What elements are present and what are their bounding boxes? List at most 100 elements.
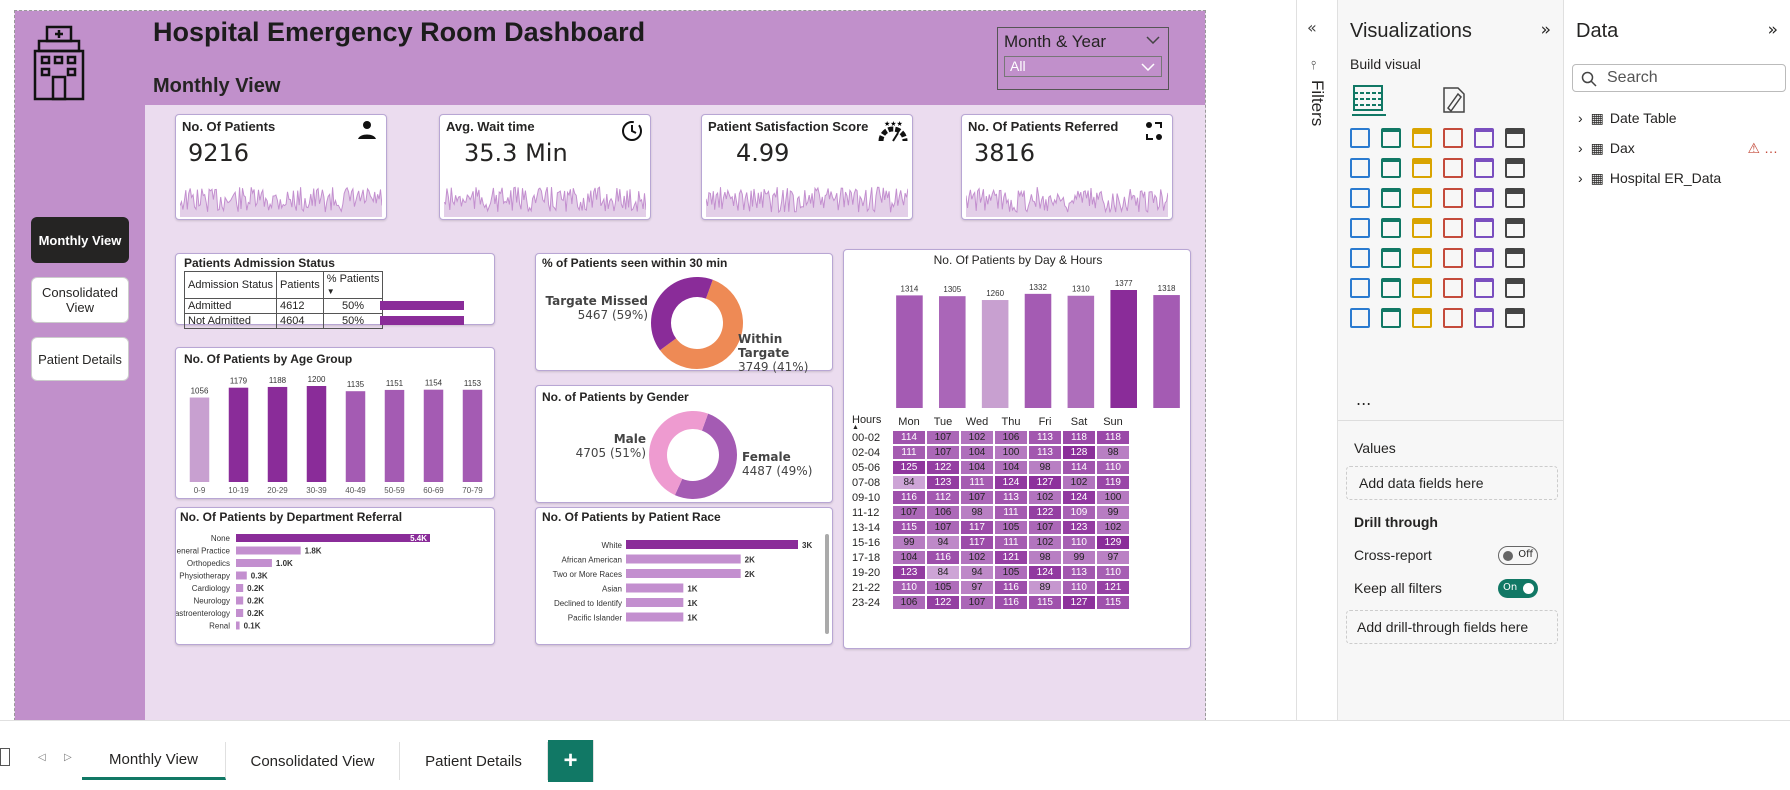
table-row[interactable]: Admitted 4612 50% bbox=[184, 298, 384, 314]
visual-type-icon[interactable] bbox=[1443, 188, 1463, 208]
tab-monthly-view[interactable]: Monthly View bbox=[82, 742, 226, 780]
heatmap-row[interactable]: 05-06 125 122 104 104 98 114 110 bbox=[852, 459, 1131, 476]
visual-type-icon[interactable] bbox=[1350, 128, 1370, 148]
visual-type-icon[interactable] bbox=[1381, 128, 1401, 148]
chevron-right-icon[interactable]: › bbox=[1578, 140, 1583, 156]
scrollbar[interactable] bbox=[825, 534, 829, 634]
visual-type-icon[interactable] bbox=[1474, 128, 1494, 148]
nav-consolidated-view-button[interactable]: Consolidated View bbox=[31, 277, 129, 323]
collapse-chevron-icon[interactable]: » bbox=[1768, 20, 1778, 40]
visual-type-icon[interactable] bbox=[1505, 158, 1525, 178]
visual-type-icon[interactable] bbox=[1412, 218, 1432, 238]
visual-type-icon[interactable] bbox=[1381, 218, 1401, 238]
heatmap-row[interactable]: 00-02 114 107 102 106 113 118 118 bbox=[852, 429, 1131, 446]
visual-type-icon[interactable] bbox=[1443, 218, 1463, 238]
data-table-item[interactable]: › ▦ Hospital ER_Data bbox=[1578, 170, 1778, 187]
cross-report-toggle[interactable]: Off bbox=[1498, 546, 1538, 565]
seen-within-30-donut-visual[interactable]: % of Patients seen within 30 min Targate… bbox=[535, 253, 833, 374]
visual-type-icon[interactable] bbox=[1350, 308, 1370, 328]
visual-type-icon[interactable] bbox=[1412, 128, 1432, 148]
visual-type-icon[interactable] bbox=[1412, 248, 1432, 268]
visual-type-icon[interactable] bbox=[1474, 248, 1494, 268]
kpi-card-referred[interactable]: No. Of Patients Referred 3816 bbox=[961, 114, 1173, 220]
heatmap-row[interactable]: 13-14 115 107 117 105 107 123 102 bbox=[852, 519, 1131, 536]
heatmap-row[interactable]: 09-10 116 112 107 113 102 124 100 bbox=[852, 489, 1131, 506]
visual-type-icon[interactable] bbox=[1443, 158, 1463, 178]
seen30-donut-chart[interactable] bbox=[650, 276, 744, 370]
visual-type-icon[interactable] bbox=[1350, 278, 1370, 298]
format-visual-icon[interactable] bbox=[1438, 84, 1470, 114]
tab-consolidated-view[interactable]: Consolidated View bbox=[226, 742, 400, 780]
warning-icon[interactable]: ⚠ … bbox=[1748, 140, 1778, 157]
visual-type-icon[interactable] bbox=[1381, 158, 1401, 178]
age-group-bar-chart[interactable]: 1056 0-9 1179 10-19 1188 20-29 1200 30-39 1135 40… bbox=[180, 370, 492, 498]
column-header[interactable]: % Patients ▼ bbox=[322, 271, 384, 299]
slicer-dropdown[interactable]: All bbox=[1004, 56, 1162, 77]
chevron-down-icon[interactable] bbox=[1146, 36, 1160, 44]
heatmap-row[interactable]: 02-04 111 107 104 100 113 128 98 bbox=[852, 444, 1131, 461]
kpi-card-wait-time[interactable]: Avg. Wait time 35.3 Min bbox=[439, 114, 651, 220]
more-visuals-button[interactable]: ... bbox=[1356, 390, 1371, 409]
heatmap-row[interactable]: 17-18 104 116 102 121 98 99 97 bbox=[852, 549, 1131, 566]
visual-type-icon[interactable] bbox=[1443, 308, 1463, 328]
visual-type-icon[interactable] bbox=[1443, 248, 1463, 268]
nav-monthly-view-button[interactable]: Monthly View bbox=[31, 217, 129, 263]
department-referral-bar-chart[interactable]: None 5.4K General Practice 1.8K Orthopedics 1… bbox=[176, 526, 494, 644]
expand-chevron-icon[interactable]: « bbox=[1307, 18, 1317, 37]
day-hours-visual[interactable]: No. Of Patients by Day & Hours 1314 1305 1… bbox=[843, 249, 1191, 649]
visual-type-icon[interactable] bbox=[1412, 278, 1432, 298]
gender-donut-visual[interactable]: No. of Patients by Gender Male 4705 (51%)… bbox=[535, 385, 833, 503]
visual-type-icon[interactable] bbox=[1350, 248, 1370, 268]
chevron-right-icon[interactable]: › bbox=[1578, 110, 1583, 126]
visual-type-icon[interactable] bbox=[1505, 248, 1525, 268]
heatmap-row[interactable]: 23-24 106 122 107 116 115 127 115 bbox=[852, 594, 1131, 611]
visual-type-icon[interactable] bbox=[1505, 308, 1525, 328]
visual-type-icon[interactable] bbox=[1412, 158, 1432, 178]
kpi-card-satisfaction[interactable]: Patient Satisfaction Score 4.99 ★★★ bbox=[701, 114, 913, 220]
visual-type-icon[interactable] bbox=[1412, 188, 1432, 208]
month-year-slicer[interactable]: Month & Year All bbox=[997, 27, 1169, 90]
page-navigator-icon[interactable] bbox=[0, 748, 10, 766]
visual-type-icon[interactable] bbox=[1350, 188, 1370, 208]
table-row[interactable]: Not Admitted 4604 50% bbox=[184, 313, 384, 329]
heatmap-row[interactable]: 21-22 110 105 97 116 89 110 121 bbox=[852, 579, 1131, 596]
visual-type-icon[interactable] bbox=[1412, 308, 1432, 328]
age-group-bar-visual[interactable]: No. Of Patients by Age Group 1056 0-9 1179… bbox=[175, 347, 495, 499]
build-visual-tab[interactable] bbox=[1352, 82, 1386, 116]
hours-header[interactable]: Hours ▲ bbox=[852, 414, 892, 431]
visual-type-icon[interactable] bbox=[1474, 158, 1494, 178]
day-bar-chart[interactable]: 1314 1305 1260 1332 1310 1377 1318 bbox=[888, 270, 1188, 410]
filters-pane-collapsed[interactable]: « ⫯ Filters bbox=[1296, 0, 1338, 740]
visual-type-icon[interactable] bbox=[1350, 158, 1370, 178]
tab-patient-details[interactable]: Patient Details bbox=[400, 742, 548, 780]
visual-type-icon[interactable] bbox=[1474, 278, 1494, 298]
next-page-icon[interactable]: ▷ bbox=[64, 752, 72, 763]
heatmap-row[interactable]: 11-12 107 106 98 111 122 109 99 bbox=[852, 504, 1131, 521]
gender-donut-chart[interactable] bbox=[648, 410, 738, 500]
visual-type-icon[interactable] bbox=[1505, 188, 1525, 208]
data-search-input[interactable]: Search bbox=[1572, 64, 1786, 92]
patient-race-visual[interactable]: No. Of Patients by Patient Race White 3K A… bbox=[535, 507, 833, 645]
visual-type-icon[interactable] bbox=[1505, 128, 1525, 148]
heatmap-row[interactable]: 15-16 99 94 117 111 102 110 129 bbox=[852, 534, 1131, 551]
visual-type-icon[interactable] bbox=[1381, 188, 1401, 208]
add-page-button[interactable]: + bbox=[548, 740, 594, 782]
visual-type-icon[interactable] bbox=[1381, 278, 1401, 298]
visual-type-icon[interactable] bbox=[1443, 278, 1463, 298]
keep-filters-toggle[interactable]: On bbox=[1498, 579, 1538, 598]
heatmap-row[interactable]: 19-20 123 84 94 105 124 113 110 bbox=[852, 564, 1131, 581]
admission-status-table-visual[interactable]: Patients Admission Status Admission Stat… bbox=[175, 253, 495, 329]
chevron-right-icon[interactable]: › bbox=[1578, 170, 1583, 186]
visual-type-icon[interactable] bbox=[1505, 278, 1525, 298]
prev-page-icon[interactable]: ◁ bbox=[38, 752, 46, 763]
nav-patient-details-button[interactable]: Patient Details bbox=[31, 337, 129, 381]
add-drill-through-well[interactable]: Add drill-through fields here bbox=[1346, 610, 1558, 644]
visual-type-icon[interactable] bbox=[1474, 188, 1494, 208]
heatmap-row[interactable]: 07-08 84 123 111 124 127 102 119 bbox=[852, 474, 1131, 491]
visual-type-icon[interactable] bbox=[1474, 218, 1494, 238]
visual-type-icon[interactable] bbox=[1505, 218, 1525, 238]
kpi-card-patients[interactable]: No. Of Patients 9216 bbox=[175, 114, 387, 220]
add-data-fields-well[interactable]: Add data fields here bbox=[1346, 466, 1558, 500]
patient-race-bar-chart[interactable]: White 3K African American 2K Two or More Rac… bbox=[536, 526, 826, 644]
column-header[interactable]: Patients bbox=[275, 271, 324, 299]
